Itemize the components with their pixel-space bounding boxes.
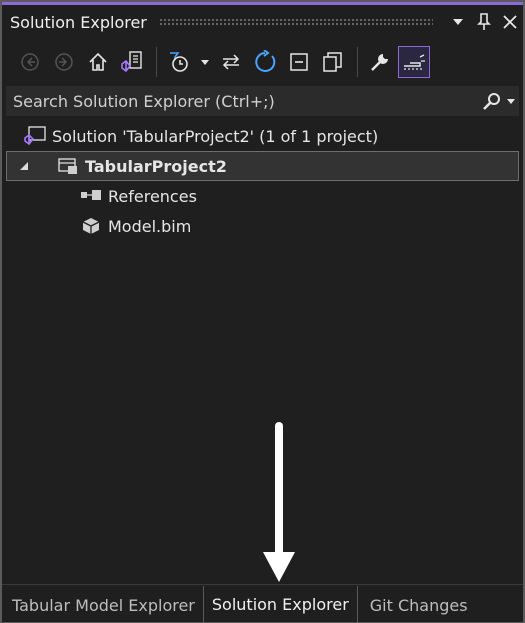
tree-item-references[interactable]: References	[6, 181, 519, 211]
annotation-arrow-head	[263, 552, 295, 582]
tree-item-solution[interactable]: Solution 'TabularProject2' (1 of 1 proje…	[6, 121, 519, 151]
model-label: Model.bim	[108, 216, 192, 236]
solution-label: Solution 'TabularProject2' (1 of 1 proje…	[52, 126, 379, 146]
show-all-files-icon[interactable]	[317, 46, 349, 78]
tree-item-model[interactable]: Model.bim	[6, 211, 519, 241]
references-icon	[78, 185, 104, 207]
expanded-caret-icon[interactable]	[17, 161, 31, 171]
home-icon[interactable]	[82, 46, 114, 78]
search-input[interactable]: Search Solution Explorer (Ctrl+;)	[13, 92, 481, 111]
tree-item-project[interactable]: TabularProject2	[6, 151, 519, 181]
references-label: References	[108, 186, 197, 206]
chevron-down-icon[interactable]	[197, 46, 213, 78]
toolbar-separator	[156, 47, 157, 77]
solution-icon	[22, 125, 48, 147]
dropdown-icon[interactable]	[445, 9, 471, 35]
preview-selected-items-icon[interactable]	[398, 46, 430, 78]
tab-git-changes[interactable]: Git Changes	[358, 588, 476, 622]
pending-changes-filter-icon[interactable]	[163, 46, 195, 78]
sync-icon[interactable]	[215, 46, 247, 78]
bottom-tab-strip: Tabular Model Explorer Solution Explorer…	[2, 584, 523, 622]
collapse-all-icon[interactable]	[283, 46, 315, 78]
toolbar-separator	[357, 47, 358, 77]
search-icon[interactable]	[481, 90, 503, 112]
tab-tabular-model-explorer[interactable]: Tabular Model Explorer	[2, 588, 203, 622]
tabular-project-icon	[55, 155, 81, 177]
search-options-chevron-icon[interactable]	[503, 98, 519, 105]
tab-solution-explorer[interactable]: Solution Explorer	[202, 586, 358, 622]
model-cube-icon	[78, 215, 104, 237]
properties-icon[interactable]	[364, 46, 396, 78]
project-label: TabularProject2	[85, 156, 227, 176]
back-icon[interactable]	[14, 46, 46, 78]
title-bar: Solution Explorer	[2, 5, 523, 39]
switch-views-icon[interactable]	[116, 46, 148, 78]
solution-explorer-window: Solution Explorer Search Solution Explor…	[0, 0, 525, 623]
solution-tree: Solution 'TabularProject2' (1 of 1 proje…	[6, 121, 519, 241]
refresh-icon[interactable]	[249, 46, 281, 78]
window-title: Solution Explorer	[10, 12, 147, 32]
search-box[interactable]: Search Solution Explorer (Ctrl+;)	[6, 86, 519, 116]
title-grip[interactable]	[158, 18, 433, 26]
pin-icon[interactable]	[471, 9, 497, 35]
forward-icon[interactable]	[48, 46, 80, 78]
close-icon[interactable]	[497, 9, 523, 35]
toolbar	[2, 42, 523, 82]
annotation-arrow-shaft	[275, 422, 283, 554]
